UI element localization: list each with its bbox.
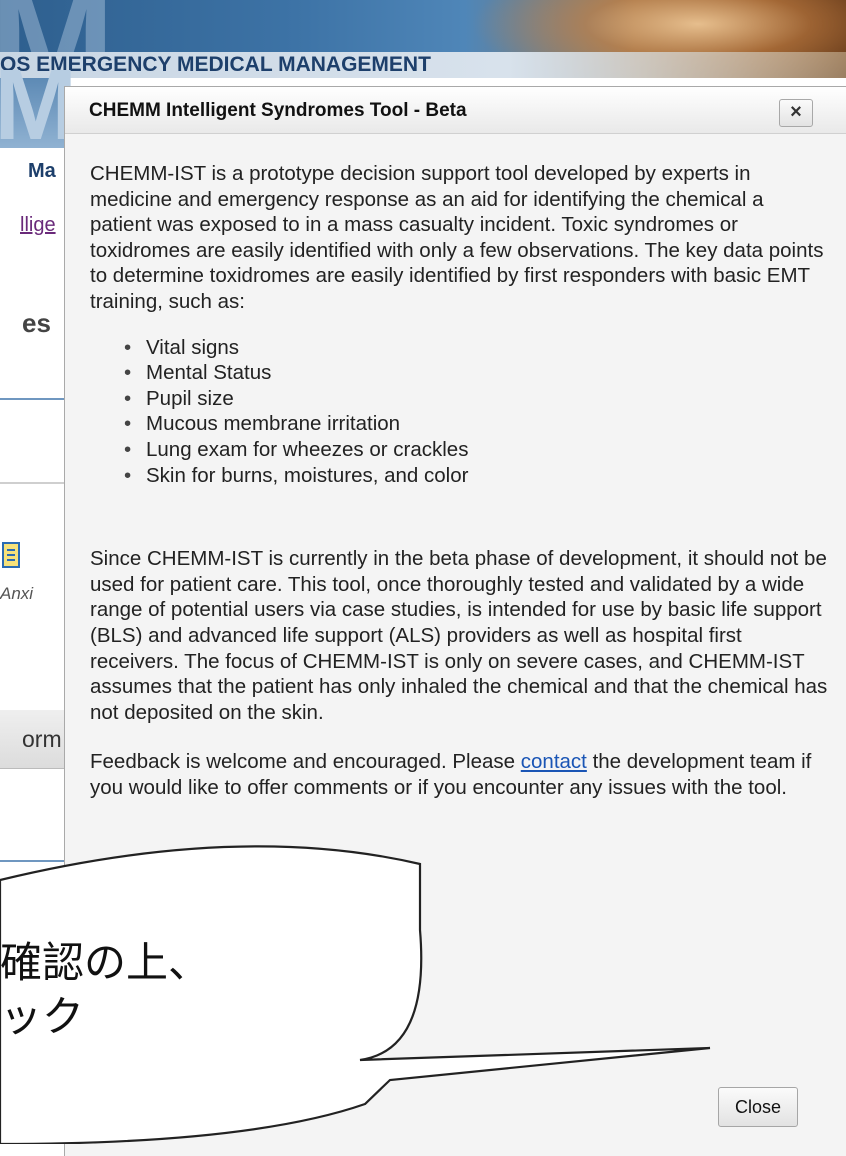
callout-text: 確認の上、 ック	[0, 938, 211, 1041]
divider	[0, 398, 64, 400]
feedback-paragraph: Feedback is welcome and encouraged. Plea…	[90, 749, 830, 800]
intro-paragraph: CHEMM-IST is a prototype decision suppor…	[90, 162, 824, 313]
background-nav-item[interactable]: Ma	[28, 160, 64, 183]
list-item: Skin for burns, moistures, and color	[124, 463, 830, 489]
background-table-header: orm	[0, 710, 64, 769]
feedback-text: Feedback is welcome and encouraged. Plea…	[90, 750, 521, 774]
beta-notice-paragraph: Since CHEMM-IST is currently in the beta…	[90, 547, 828, 724]
background-caption: Anxi	[0, 584, 34, 603]
background-link[interactable]: llige	[20, 214, 64, 237]
dialog-title: CHEMM Intelligent Syndromes Tool - Beta	[89, 100, 467, 121]
site-header-banner: M OS EMERGENCY MEDICAL MANAGEMENT	[0, 0, 846, 78]
toxidrome-data-points-list: Vital signs Mental Status Pupil size Muc…	[90, 335, 830, 489]
list-item: Mental Status	[124, 360, 830, 386]
list-item: Pupil size	[124, 386, 830, 412]
dialog-body: CHEMM-IST is a prototype decision suppor…	[90, 161, 830, 800]
divider	[0, 860, 64, 862]
background-table-header-label: orm	[22, 726, 62, 752]
list-item: Mucous membrane irritation	[124, 411, 830, 437]
divider	[0, 902, 64, 904]
close-icon[interactable]: ×	[779, 99, 813, 127]
list-item: Vital signs	[124, 335, 830, 361]
dialog-titlebar[interactable]: CHEMM Intelligent Syndromes Tool - Beta …	[65, 87, 846, 134]
divider	[0, 482, 64, 484]
list-item: Lung exam for wheezes or crackles	[124, 437, 830, 463]
background-heading: es	[22, 308, 51, 338]
document-icon[interactable]	[2, 542, 20, 568]
contact-link[interactable]: contact	[521, 750, 587, 773]
close-button[interactable]: Close	[718, 1087, 798, 1127]
background-header-strip: M	[0, 49, 77, 161]
